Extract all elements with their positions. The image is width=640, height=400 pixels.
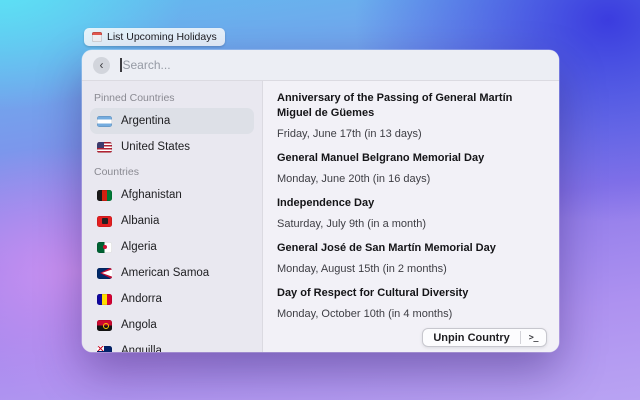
terminal-prompt-icon[interactable]: >_ — [521, 329, 546, 346]
country-label: Algeria — [121, 241, 157, 253]
holiday-title: General Manuel Belgrano Memorial Day — [277, 151, 539, 166]
sidebar-section-title: Pinned Countries — [94, 92, 250, 104]
holiday-title: Anniversary of the Passing of General Ma… — [277, 91, 539, 121]
holiday-date: Friday, June 17th (in 13 days) — [277, 128, 545, 141]
sidebar-item-anguilla[interactable]: Anguilla — [90, 338, 254, 352]
holiday-detail-panel: Anniversary of the Passing of General Ma… — [263, 81, 559, 352]
country-label: Argentina — [121, 115, 170, 127]
country-label: Angola — [121, 319, 157, 331]
sidebar-section-title: Countries — [94, 166, 250, 178]
andorra-flag-icon — [97, 294, 112, 305]
launcher-badge-label: List Upcoming Holidays — [107, 31, 217, 43]
holiday-date: Saturday, July 9th (in a month) — [277, 218, 545, 231]
country-label: American Samoa — [121, 267, 209, 279]
sidebar-item-argentina[interactable]: Argentina — [90, 108, 254, 134]
sidebar-item-american-samoa[interactable]: American Samoa — [90, 260, 254, 286]
algeria-flag-icon — [97, 242, 112, 253]
search-input[interactable] — [123, 58, 549, 72]
search-bar: ‹ — [82, 50, 559, 81]
holiday-list: Anniversary of the Passing of General Ma… — [277, 91, 545, 321]
holiday-title: General José de San Martín Memorial Day — [277, 241, 539, 256]
united-states-flag-icon — [97, 142, 112, 153]
sidebar-item-afghanistan[interactable]: Afghanistan — [90, 182, 254, 208]
argentina-flag-icon — [97, 116, 112, 127]
holidays-window: ‹ Pinned Countries Argentina United Stat… — [82, 50, 559, 352]
holiday-entry: Anniversary of the Passing of General Ma… — [277, 91, 545, 141]
sidebar-country-list: Pinned Countries Argentina United States… — [82, 81, 263, 352]
holiday-date: Monday, August 15th (in 2 months) — [277, 263, 545, 276]
holiday-title: Independence Day — [277, 196, 539, 211]
window-content: Pinned Countries Argentina United States… — [82, 81, 559, 352]
holiday-entry: General Manuel Belgrano Memorial Day Mon… — [277, 151, 545, 186]
country-label: United States — [121, 141, 190, 153]
afghanistan-flag-icon — [97, 190, 112, 201]
launcher-badge[interactable]: List Upcoming Holidays — [84, 28, 225, 46]
holiday-date: Monday, June 20th (in 16 days) — [277, 173, 545, 186]
sidebar-item-united-states[interactable]: United States — [90, 134, 254, 160]
unpin-country-button[interactable]: Unpin Country — [423, 329, 519, 346]
country-label: Albania — [121, 215, 159, 227]
angola-flag-icon — [97, 320, 112, 331]
holiday-title: Day of Respect for Cultural Diversity — [277, 286, 539, 301]
country-label: Anguilla — [121, 345, 162, 352]
holiday-date: Monday, October 10th (in 4 months) — [277, 308, 545, 321]
sidebar-item-algeria[interactable]: Algeria — [90, 234, 254, 260]
holiday-entry: Independence Day Saturday, July 9th (in … — [277, 196, 545, 231]
back-button[interactable]: ‹ — [93, 57, 110, 74]
text-cursor — [120, 58, 122, 72]
holiday-entry: General José de San Martín Memorial Day … — [277, 241, 545, 276]
anguilla-flag-icon — [97, 346, 112, 353]
holiday-entry: Day of Respect for Cultural Diversity Mo… — [277, 286, 545, 321]
country-label: Afghanistan — [121, 189, 182, 201]
chevron-left-icon: ‹ — [100, 59, 104, 71]
country-label: Andorra — [121, 293, 162, 305]
albania-flag-icon — [97, 216, 112, 227]
action-bar: Unpin Country >_ — [422, 328, 547, 347]
sidebar-item-angola[interactable]: Angola — [90, 312, 254, 338]
calendar-icon — [92, 32, 102, 42]
sidebar-item-albania[interactable]: Albania — [90, 208, 254, 234]
american-samoa-flag-icon — [97, 268, 112, 279]
sidebar-item-andorra[interactable]: Andorra — [90, 286, 254, 312]
